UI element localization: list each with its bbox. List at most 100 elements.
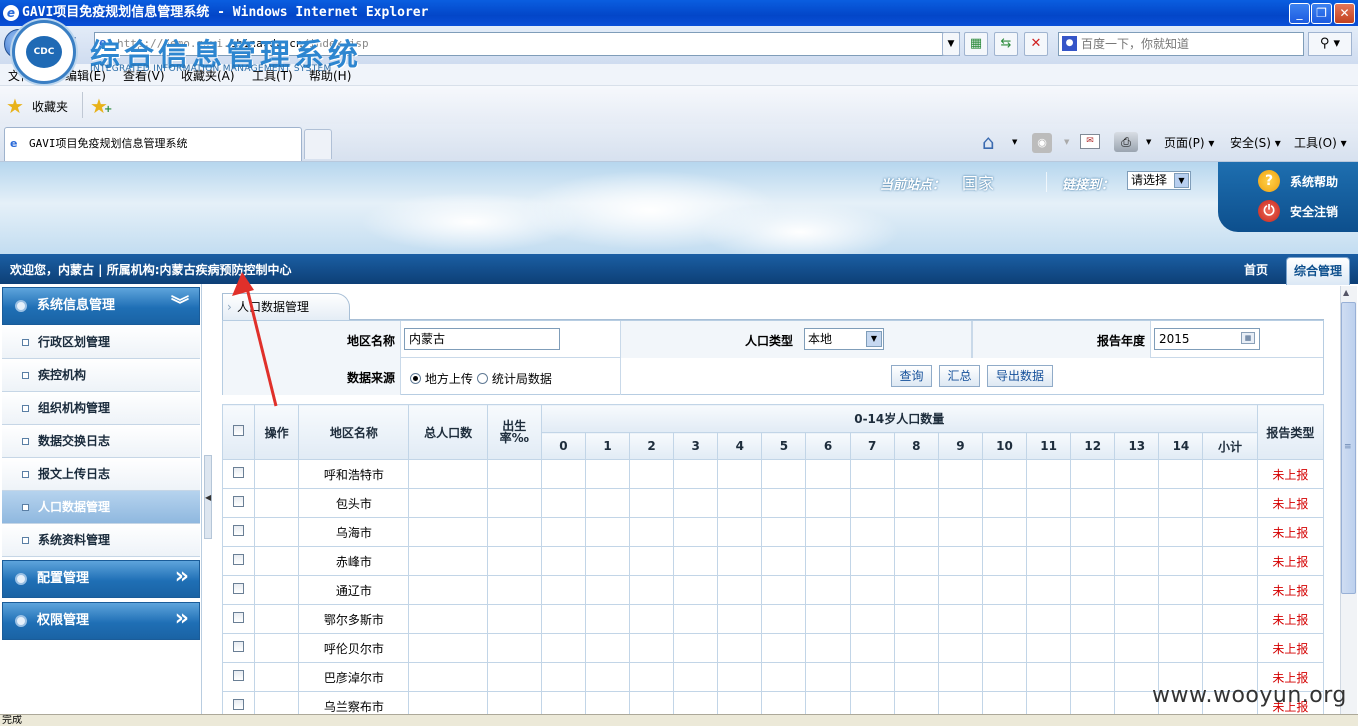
row-checkbox[interactable] <box>233 496 245 507</box>
favorites-bar <box>0 86 1358 124</box>
address-dropdown-icon[interactable]: ▼ <box>942 32 960 56</box>
help-link[interactable]: 系统帮助 <box>1290 173 1338 190</box>
compat-view-icon[interactable]: ▦ <box>964 32 988 56</box>
sidebar-item-org-management[interactable]: 组织机构管理 <box>2 392 200 425</box>
sidebar-section-label: 系统信息管理 <box>37 298 116 313</box>
source-bureau-stats[interactable]: 统计局数据 <box>477 370 552 387</box>
radio-unselected[interactable] <box>477 373 488 384</box>
region-input[interactable]: 内蒙古 <box>404 328 560 350</box>
current-site-value: 国家 <box>962 174 995 193</box>
age-count-cell <box>849 604 895 634</box>
table-row[interactable]: 乌海市 未上报 <box>221 517 1325 547</box>
birth-rate-cell <box>486 459 542 489</box>
population-type-value: 本地 <box>808 332 833 346</box>
age-count-cell <box>805 517 851 547</box>
browser-tab[interactable]: GAVI项目免疫规划信息管理系统 <box>4 127 302 161</box>
source-local-upload[interactable]: 地方上传 <box>410 370 473 387</box>
row-checkbox[interactable] <box>233 467 245 478</box>
print-icon[interactable]: ⎙ <box>1114 132 1138 152</box>
age-count-cell <box>1070 662 1116 692</box>
filter-label-cell <box>620 321 972 358</box>
sidebar-section-system-info[interactable]: 系统信息管理 ︾ <box>2 287 200 325</box>
header-divider <box>1046 172 1047 192</box>
age-count-cell <box>673 662 719 692</box>
summary-button[interactable]: 汇总 <box>939 365 980 387</box>
birth-rate-cell <box>486 633 542 663</box>
search-input[interactable]: 百度一下，你就知道 <box>1058 32 1304 56</box>
sidebar-section-permissions[interactable]: 权限管理 » <box>2 602 200 640</box>
sidebar-item-upload-log[interactable]: 报文上传日志 <box>2 458 200 491</box>
safety-menu[interactable]: 安全(S) ▾ <box>1230 134 1281 151</box>
power-icon[interactable]: ⏻ <box>1258 200 1280 222</box>
maximize-button[interactable]: ❐ <box>1311 3 1332 24</box>
table-row[interactable]: 赤峰市 未上报 <box>221 546 1325 576</box>
nav-comprehensive-management[interactable]: 综合管理 <box>1286 257 1350 285</box>
sidebar-section-config[interactable]: 配置管理 » <box>2 560 200 598</box>
query-button[interactable]: 查询 <box>891 365 932 387</box>
col-age: 6 <box>805 432 851 460</box>
feed-dropdown-icon: ▼ <box>1064 138 1070 146</box>
home-dropdown-icon[interactable]: ▼ <box>1012 138 1017 146</box>
table-row[interactable]: 呼伦贝尔市 未上报 <box>221 633 1325 663</box>
age-count-cell <box>1114 517 1160 547</box>
select-all-checkbox[interactable] <box>233 425 245 436</box>
cloud-decoration <box>700 202 900 254</box>
calendar-icon[interactable]: ▦ <box>1241 332 1255 344</box>
total-population-cell <box>408 488 488 518</box>
mail-icon[interactable]: ✉ <box>1080 134 1100 149</box>
region-name-cell: 鄂尔多斯市 <box>298 604 410 634</box>
stop-icon[interactable]: ✕ <box>1024 32 1048 56</box>
row-checkbox[interactable] <box>233 641 245 652</box>
row-checkbox[interactable] <box>233 612 245 623</box>
sidebar-item-system-docs[interactable]: 系统资料管理 <box>2 524 200 557</box>
rss-feed-icon[interactable]: ◉ <box>1032 133 1052 153</box>
row-checkbox[interactable] <box>233 583 245 594</box>
search-button[interactable]: ⚲ ▾ <box>1308 32 1352 56</box>
scroll-up-icon[interactable]: ▲ <box>1343 288 1349 297</box>
population-type-select[interactable]: 本地 ▼ <box>804 328 884 350</box>
close-window-button[interactable]: ✕ <box>1334 3 1355 24</box>
sidebar-collapse-handle[interactable]: ◀ <box>204 455 212 539</box>
link-to-select[interactable]: 请选择 ▼ <box>1127 171 1191 190</box>
chevron-down-icon: ▼ <box>1174 173 1189 188</box>
page-menu-label: 页面(P) <box>1164 136 1205 150</box>
age-count-cell <box>1158 517 1204 547</box>
sidebar-item-admin-division[interactable]: 行政区划管理 <box>2 326 200 359</box>
logout-link[interactable]: 安全注销 <box>1290 203 1338 220</box>
age-count-cell <box>893 546 939 576</box>
operation-cell <box>254 575 300 605</box>
age-count-cell <box>629 488 675 518</box>
bullet-square-icon <box>22 537 29 544</box>
home-icon[interactable]: ⌂ <box>982 130 995 154</box>
export-data-button[interactable]: 导出数据 <box>987 365 1053 387</box>
sidebar-item-cdc-org[interactable]: 疾控机构 <box>2 359 200 392</box>
refresh-icon[interactable]: ⇆ <box>994 32 1018 56</box>
table-row[interactable]: 鄂尔多斯市 未上报 <box>221 604 1325 634</box>
table-row[interactable]: 呼和浩特市 未上报 <box>221 459 1325 489</box>
tab-title: GAVI项目免疫规划信息管理系统 <box>29 137 188 150</box>
age-count-cell <box>1202 575 1258 605</box>
new-tab-button[interactable] <box>304 129 332 159</box>
window-title: GAVI项目免疫规划信息管理系统 - Windows Internet Expl… <box>22 5 429 20</box>
table-row[interactable]: 通辽市 未上报 <box>221 575 1325 605</box>
help-icon[interactable]: ? <box>1258 170 1280 192</box>
radio-selected[interactable] <box>410 373 421 384</box>
row-checkbox[interactable] <box>233 699 245 710</box>
nav-home[interactable]: 首页 <box>1244 261 1268 278</box>
age-count-cell <box>629 575 675 605</box>
sidebar-item-population-data[interactable]: 人口数据管理 <box>2 491 200 524</box>
age-count-cell <box>629 633 675 663</box>
table-row[interactable]: 包头市 未上报 <box>221 488 1325 518</box>
sidebar-item-data-exchange-log[interactable]: 数据交换日志 <box>2 425 200 458</box>
tools-menu[interactable]: 工具(O) ▾ <box>1294 134 1347 151</box>
row-checkbox[interactable] <box>233 670 245 681</box>
minimize-button[interactable]: _ <box>1289 3 1310 24</box>
page-menu[interactable]: 页面(P) ▾ <box>1164 134 1214 151</box>
row-checkbox[interactable] <box>233 554 245 565</box>
favorites-star-icon[interactable]: ★ <box>6 94 24 118</box>
print-dropdown-icon[interactable]: ▼ <box>1146 138 1151 146</box>
age-count-cell <box>540 575 586 605</box>
row-checkbox[interactable] <box>233 525 245 536</box>
favorites-label[interactable]: 收藏夹 <box>32 98 68 115</box>
report-year-label: 报告年度 <box>1096 334 1145 348</box>
